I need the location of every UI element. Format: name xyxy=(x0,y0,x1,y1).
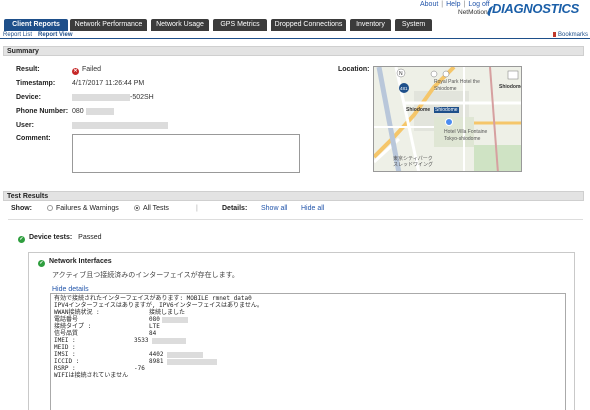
tab-gps-metrics[interactable]: GPS Metrics xyxy=(213,19,267,31)
user-redacted xyxy=(72,122,168,129)
comment-label: Comment: xyxy=(16,135,51,142)
tab-dropped-connections[interactable]: Dropped Connections xyxy=(271,19,346,31)
filter-all-label: All Tests xyxy=(143,205,169,212)
show-label: Show: xyxy=(11,205,32,212)
details-value: 3533 xyxy=(134,337,149,344)
details-key: 接続タイプ : xyxy=(54,323,92,330)
tab-network-performance[interactable]: Network Performance xyxy=(70,19,147,31)
phone-value: 080 xyxy=(72,108,84,115)
main-tabbar: Client Reports Network Performance Netwo… xyxy=(0,19,590,31)
test-results-header: Test Results xyxy=(3,191,584,201)
result-value: ✕ Failed xyxy=(72,66,101,75)
filter-failures-radio[interactable]: Failures & Warnings xyxy=(47,205,119,212)
details-value: 080 xyxy=(149,316,160,323)
location-label: Location: xyxy=(338,66,370,73)
device-tests-value: Passed xyxy=(78,234,102,241)
result-text: Failed xyxy=(82,66,102,73)
device-tests-row[interactable]: ✓ Device tests: Passed xyxy=(18,234,102,243)
report-list-link[interactable]: Report List xyxy=(3,31,32,39)
brand-diagnostics: DIAGNOSTICS xyxy=(492,1,579,16)
bookmark-icon xyxy=(552,32,556,37)
details-label: Details: xyxy=(222,205,248,212)
timestamp-label: Timestamp: xyxy=(16,80,56,87)
sub-nav: Report List Report View Bookmarks xyxy=(0,31,590,39)
details-value: 4402 xyxy=(149,351,164,358)
details-key: IMEI : xyxy=(54,337,76,344)
details-key: IMSI : xyxy=(54,351,76,358)
failed-icon: ✕ xyxy=(72,68,79,75)
phone-label: Phone Number: xyxy=(16,108,69,115)
brand-logo: DIAGNOSTICS NetMotion xyxy=(458,0,588,20)
radio-icon xyxy=(47,205,53,211)
details-line: WIFIは接続されていません xyxy=(54,372,129,379)
details-key: 電話番号 xyxy=(54,316,79,323)
svg-text:481: 481 xyxy=(400,86,408,91)
hide-all-link[interactable]: Hide all xyxy=(301,205,324,212)
results-filters: Show: Failures & Warnings All Tests | De… xyxy=(11,205,325,212)
tab-client-reports[interactable]: Client Reports xyxy=(4,19,68,31)
details-key: MEID : xyxy=(54,344,76,351)
bookmarks-label: Bookmarks xyxy=(557,32,588,38)
device-value: -502SH xyxy=(130,94,154,101)
details-key: 信号品質 xyxy=(54,330,79,337)
phone-redacted xyxy=(86,108,114,115)
tab-inventory[interactable]: Inventory xyxy=(350,19,391,31)
details-value: 84 xyxy=(149,330,157,337)
tab-system[interactable]: System xyxy=(395,19,432,31)
tab-network-usage[interactable]: Network Usage xyxy=(151,19,209,31)
device-label: Device: xyxy=(16,94,41,101)
filter-all-radio[interactable]: All Tests xyxy=(134,205,169,212)
timestamp-value: 4/17/2017 11:26:44 PM xyxy=(72,80,145,87)
radio-selected-icon xyxy=(134,205,140,211)
location-map[interactable]: N 481 Royal Park Hotel the Shiodome Shio… xyxy=(373,66,522,172)
result-label: Result: xyxy=(16,66,40,73)
details-key: ICCID : xyxy=(54,358,80,365)
details-key: RSRP : xyxy=(54,365,76,372)
report-view-link[interactable]: Report View xyxy=(38,31,73,39)
hide-details-link[interactable]: Hide details xyxy=(52,286,89,293)
about-link[interactable]: About xyxy=(420,1,438,8)
summary-header: Summary xyxy=(3,46,584,56)
device-tests-label: Device tests: xyxy=(29,234,73,241)
details-value: LTE xyxy=(149,323,160,330)
user-label: User: xyxy=(16,122,34,129)
details-key: WWAN接続状況 : xyxy=(54,309,100,316)
network-interfaces-title: Network Interfaces xyxy=(49,258,112,265)
details-value: -76 xyxy=(134,365,145,372)
details-line: IPV4インターフェイスはありますが, IPV6インターフェイスはありません。 xyxy=(54,302,263,309)
details-value: 8981 xyxy=(149,358,164,365)
passed-icon: ✓ xyxy=(18,236,25,243)
comment-field[interactable] xyxy=(72,134,300,173)
show-all-link[interactable]: Show all xyxy=(261,205,287,212)
details-line: 有効で接続されたインターフェイスがあります: MOBILE rmnet_data… xyxy=(54,295,252,302)
details-output: 有効で接続されたインターフェイスがあります: MOBILE rmnet_data… xyxy=(50,293,566,410)
network-interfaces-desc: アクティブ且つ接続済みのインターフェイスが存在します。 xyxy=(52,272,239,279)
passed-icon: ✓ xyxy=(38,260,45,267)
svg-text:N: N xyxy=(399,71,403,77)
device-redacted xyxy=(72,94,130,101)
details-value: 接続しました xyxy=(149,309,186,316)
brand-netmotion: NetMotion xyxy=(458,9,488,16)
filter-failures-label: Failures & Warnings xyxy=(56,205,119,212)
bookmarks-link[interactable]: Bookmarks xyxy=(552,31,588,39)
network-interfaces-title-row[interactable]: ✓ Network Interfaces xyxy=(38,258,112,267)
